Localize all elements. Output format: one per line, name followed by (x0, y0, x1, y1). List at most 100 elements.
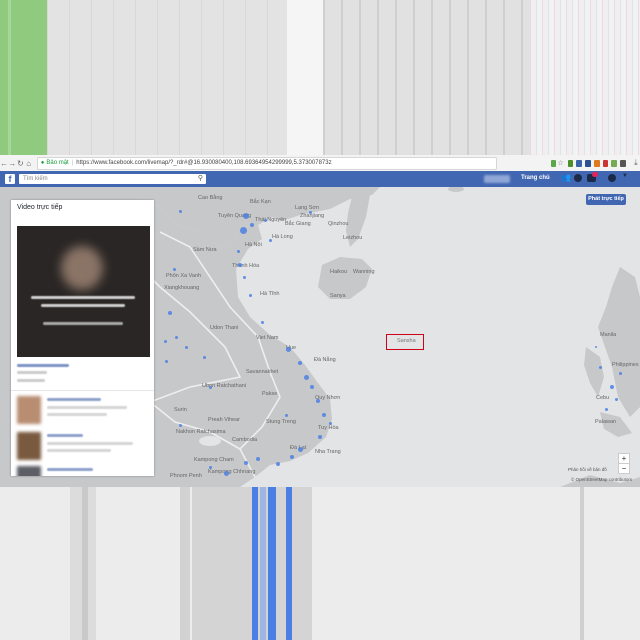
map-label: Udon Thani (210, 325, 239, 331)
stripe (530, 0, 640, 155)
facebook-logo[interactable]: f (5, 174, 15, 184)
map-label: Đà Nẵng (314, 357, 336, 363)
chevron-down-icon[interactable]: ▼ (622, 173, 628, 179)
live-dot[interactable] (303, 374, 309, 380)
messenger-icon[interactable] (574, 174, 582, 182)
list-item[interactable] (17, 466, 149, 476)
extension-icon[interactable] (567, 159, 574, 167)
profile-link[interactable] (484, 175, 510, 183)
live-dot[interactable] (318, 435, 322, 439)
extension-icon[interactable] (611, 159, 618, 167)
live-dot[interactable] (260, 320, 264, 324)
live-dot[interactable] (284, 413, 288, 417)
blurred-caption (31, 296, 135, 299)
live-dot[interactable] (595, 346, 597, 348)
live-dot[interactable] (298, 361, 302, 365)
extension-icon[interactable] (585, 159, 591, 167)
live-dot[interactable] (208, 465, 212, 469)
live-dot[interactable] (285, 346, 291, 352)
featured-live-video[interactable] (17, 226, 150, 357)
live-dot[interactable] (310, 385, 314, 389)
live-dot[interactable] (178, 423, 182, 427)
live-dot[interactable] (308, 210, 312, 214)
stripe (580, 487, 584, 640)
address-bar[interactable]: ● Bảo mật | https://www.facebook.com/liv… (36, 156, 497, 170)
live-dot[interactable] (202, 355, 206, 359)
extension-icon[interactable] (576, 159, 583, 167)
map-label: Bắc Kạn (250, 199, 271, 205)
report-map-link[interactable]: Phản hồi về bản đồ (568, 467, 607, 472)
live-dot[interactable] (164, 359, 168, 363)
live-dot[interactable] (276, 462, 280, 466)
map-label: Sầm Nưa (193, 247, 217, 253)
blurred-text (47, 442, 133, 445)
live-dot[interactable] (163, 339, 167, 343)
friends-icon[interactable]: 👥 (561, 173, 571, 182)
blurred-author[interactable] (17, 364, 69, 367)
live-dot[interactable] (290, 455, 294, 459)
live-dot[interactable] (598, 365, 602, 369)
zoom-out-button[interactable]: − (618, 463, 630, 474)
map-label: Tuy Hòa (318, 425, 339, 431)
stripe (8, 0, 11, 155)
back-icon[interactable]: ← (0, 159, 8, 168)
live-dot[interactable] (244, 461, 248, 465)
search-placeholder: Tìm kiếm (23, 176, 48, 182)
map-label: Stung Treng (266, 419, 296, 425)
search-input[interactable]: Tìm kiếm ⚲ (19, 174, 206, 184)
live-dot[interactable] (610, 385, 614, 389)
reload-icon[interactable]: ↻ (16, 159, 24, 168)
map-label: Preah Vihear (208, 417, 241, 423)
live-dot[interactable] (250, 223, 254, 227)
live-dot[interactable] (168, 311, 172, 315)
live-dot[interactable] (239, 226, 247, 234)
live-dot[interactable] (328, 421, 332, 425)
download-icon[interactable]: ⤓ (632, 158, 640, 168)
live-dot[interactable] (223, 470, 229, 476)
map-attribution[interactable]: © OpenStreetMap contributors (571, 477, 632, 482)
live-dot[interactable] (172, 267, 176, 271)
blurred-meta (17, 379, 45, 382)
live-dot[interactable] (248, 293, 252, 297)
live-dot[interactable] (256, 457, 260, 461)
live-dot[interactable] (242, 275, 246, 279)
live-dot[interactable] (268, 238, 272, 242)
forward-icon[interactable]: → (8, 159, 16, 168)
browser-toolbar: ← → ↻ ⌂ ● Bảo mật | https://www.facebook… (0, 155, 640, 172)
divider (11, 390, 154, 391)
live-dot[interactable] (243, 213, 249, 219)
live-dot[interactable] (322, 413, 326, 417)
live-dot[interactable] (614, 397, 618, 401)
map-label: Qinzhou (328, 221, 349, 227)
live-dot[interactable] (604, 407, 608, 411)
extension-icon[interactable] (620, 159, 626, 167)
search-icon[interactable]: ⚲ (198, 174, 203, 184)
help-icon[interactable] (608, 174, 616, 182)
live-dot[interactable] (316, 399, 320, 403)
background-bottom (0, 487, 640, 640)
live-dot[interactable] (263, 218, 267, 222)
live-dot[interactable] (297, 446, 303, 452)
extension-icon[interactable] (602, 159, 609, 167)
home-link[interactable]: Trang chủ (521, 175, 550, 181)
live-dot[interactable] (174, 335, 178, 339)
live-dot[interactable] (618, 371, 622, 375)
map-label: Nakhon Ratchasima (176, 429, 226, 435)
list-item[interactable] (17, 432, 149, 466)
live-dot[interactable] (184, 345, 188, 349)
map-label: Cebu (596, 395, 610, 401)
map-label: Cambodia (232, 437, 258, 443)
extension-icon[interactable] (593, 159, 600, 167)
live-dot[interactable] (178, 209, 182, 213)
home-icon[interactable]: ⌂ (25, 159, 33, 168)
live-dot[interactable] (238, 263, 242, 267)
live-dot[interactable] (236, 249, 240, 253)
blurred-text (47, 449, 111, 452)
live-dot[interactable] (208, 385, 212, 389)
map-label: Viet Nam (256, 335, 279, 341)
go-live-button[interactable]: Phát trực tiếp (586, 194, 626, 205)
panel-title: Video trực tiếp (17, 204, 63, 211)
map-label: Thanh Hóa (232, 263, 260, 269)
star-icon[interactable]: ☆ (556, 159, 564, 167)
list-item[interactable] (17, 396, 149, 430)
